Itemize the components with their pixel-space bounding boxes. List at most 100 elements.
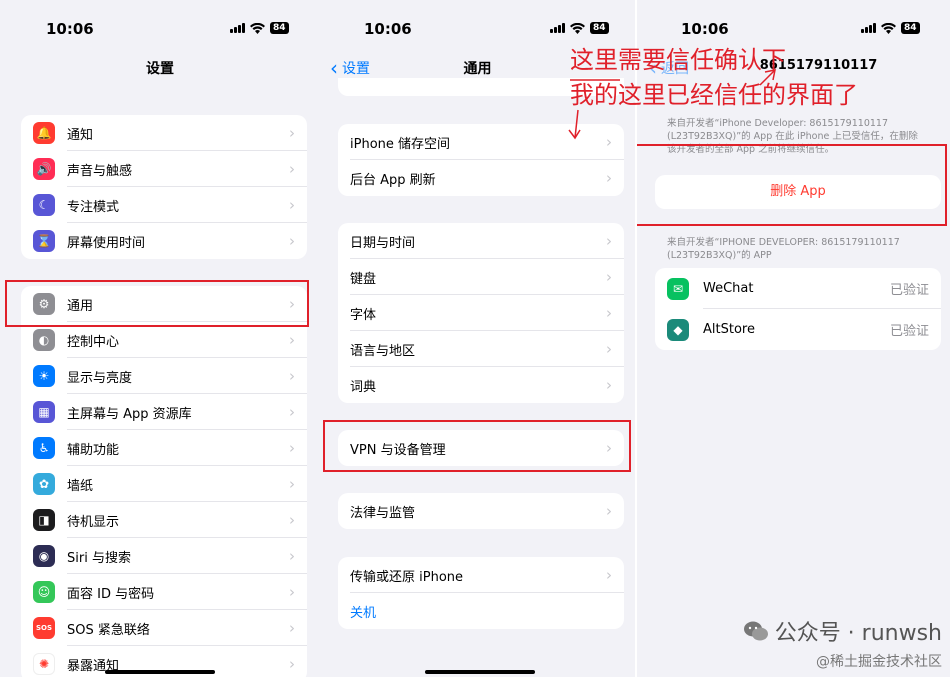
settings-row[interactable]: ◨ 待机显示 › [21,502,307,538]
general-row[interactable]: 后台 App 刷新 › [338,160,624,196]
general-row[interactable]: 词典 › [338,367,624,403]
general-row-label: 法律与监管 [350,505,416,521]
settings-row[interactable]: ◉ Siri 与搜索 › [21,538,307,574]
sos-icon: SOS [33,617,55,639]
battery-indicator: 84 [901,22,920,34]
settings-row-label: 面容 ID 与密码 [67,586,155,602]
chevron-right-icon: › [289,331,295,349]
battery-indicator: 84 [590,22,609,34]
chevron-right-icon: › [606,340,612,358]
chevron-right-icon: › [606,169,612,187]
status-icons: 84 [550,22,609,34]
chevron-right-icon: › [289,655,295,673]
general-row-label: 语言与地区 [350,343,416,359]
app-name: WeChat [703,281,754,296]
settings-row[interactable]: ▦ 主屏幕与 App 资源库 › [21,394,307,430]
status-icons: 84 [230,22,289,34]
general-row-label: 日期与时间 [350,235,416,251]
general-row[interactable]: 传输或还原 iPhone › [338,557,624,593]
general-row[interactable]: 日期与时间 › [338,223,624,259]
settings-row[interactable]: ♿ 辅助功能 › [21,430,307,466]
settings-row[interactable]: ✿ 墙纸 › [21,466,307,502]
general-row[interactable]: 法律与监管 › [338,493,624,529]
settings-row-label: 显示与亮度 [67,370,133,386]
home-indicator [425,670,535,674]
developer-app-row: ✉ WeChat 已验证 [655,268,941,309]
wifi-icon [881,22,896,34]
settings-row[interactable]: 🔔 通知 › [21,115,307,151]
settings-row-label: 通知 [67,127,94,143]
developer-apps-list: ✉ WeChat 已验证 ◆ AltStore 已验证 [655,268,941,350]
settings-row-label: 待机显示 [67,514,120,530]
watermark-account: 公众号 · runwsh [774,621,942,646]
settings-row-label: 控制中心 [67,334,120,350]
home-indicator [105,670,215,674]
settings-row-label: 屏幕使用时间 [67,235,146,251]
settings-row[interactable]: 🔊 声音与触感 › [21,151,307,187]
settings-row[interactable]: ☾ 专注模式 › [21,187,307,223]
chevron-right-icon: › [289,547,295,565]
settings-group-2: ⚙ 通用 › ◐ 控制中心 › ☀ 显示与亮度 › ▦ 主屏幕与 App 资源库 › ♿ 辅助功能 › ✿ 墙纸… [21,286,307,677]
chevron-right-icon: › [289,196,295,214]
general-row-label: 键盘 [350,271,377,287]
battery-indicator: 84 [270,22,289,34]
status-time: 10:06 [681,20,729,38]
chevron-right-icon: › [289,124,295,142]
general-row[interactable]: 键盘 › [338,259,624,295]
chevron-right-icon: › [289,583,295,601]
arrow-to-title [759,69,776,86]
shutdown-row[interactable]: 关机 [338,593,624,629]
status-time: 10:06 [46,20,94,38]
highlight-trusted-state [637,144,947,226]
chevron-right-icon: › [606,566,612,584]
settings-row-label: 墙纸 [67,478,94,494]
flower-icon: ✿ [33,473,55,495]
shutdown-label: 关机 [350,605,377,621]
highlight-vpn-device-management [323,420,631,472]
altstore-icon: ◆ [667,318,689,341]
chevron-right-icon: › [289,160,295,178]
chevron-right-icon: › [289,511,295,529]
settings-row-label: 主屏幕与 App 资源库 [67,406,192,422]
chevron-right-icon: › [606,268,612,286]
wechat-logo-icon [743,621,768,641]
page-title: 设置 [146,61,174,77]
cellular-signal-icon [550,23,565,33]
annotation-arrows [568,69,776,140]
watermark-line-1: 公众号 · runwsh [743,615,942,647]
general-row-label: 词典 [350,379,377,395]
chevron-right-icon: › [289,367,295,385]
settings-row-label: 声音与触感 [67,163,133,179]
arrow-down [568,109,581,140]
settings-row[interactable]: SOS SOS 紧急联络 › [21,610,307,646]
standby-icon: ◨ [33,509,55,531]
general-group-5: 传输或还原 iPhone › 关机 [338,557,624,629]
settings-group-1: 🔔 通知 › 🔊 声音与触感 › ☾ 专注模式 › ⌛ 屏幕使用时间 › [21,115,307,259]
settings-row[interactable]: ⌛ 屏幕使用时间 › [21,223,307,259]
app-name: AltStore [703,322,755,337]
general-row[interactable]: 语言与地区 › [338,331,624,367]
settings-row-label: Siri 与搜索 [67,550,131,566]
general-row[interactable]: 字体 › [338,295,624,331]
wechat-icon: ✉ [667,277,689,300]
watermark: 公众号 · runwsh @稀土掘金技术社区 [743,615,942,671]
settings-row-label: 辅助功能 [67,442,120,458]
general-row-label: 后台 App 刷新 [350,172,436,188]
general-row-label: 传输或还原 iPhone [350,569,464,585]
speaker-icon: 🔊 [33,158,55,180]
settings-row-label: 专注模式 [67,199,120,215]
watermark-line-2: @稀土掘金技术社区 [816,654,942,670]
chevron-right-icon: › [606,304,612,322]
settings-row[interactable]: ☺ 面容 ID 与密码 › [21,574,307,610]
cellular-signal-icon [230,23,245,33]
settings-row[interactable]: ☀ 显示与亮度 › [21,358,307,394]
toggles-icon: ◐ [33,329,55,351]
settings-row[interactable]: ◐ 控制中心 › [21,322,307,358]
chevron-right-icon: › [606,502,612,520]
cellular-signal-icon [861,23,876,33]
chevron-right-icon: › [289,439,295,457]
chevron-right-icon: › [289,475,295,493]
verified-status: 已验证 [889,324,929,339]
nav-bar: 设置 [0,52,320,84]
moon-icon: ☾ [33,194,55,216]
